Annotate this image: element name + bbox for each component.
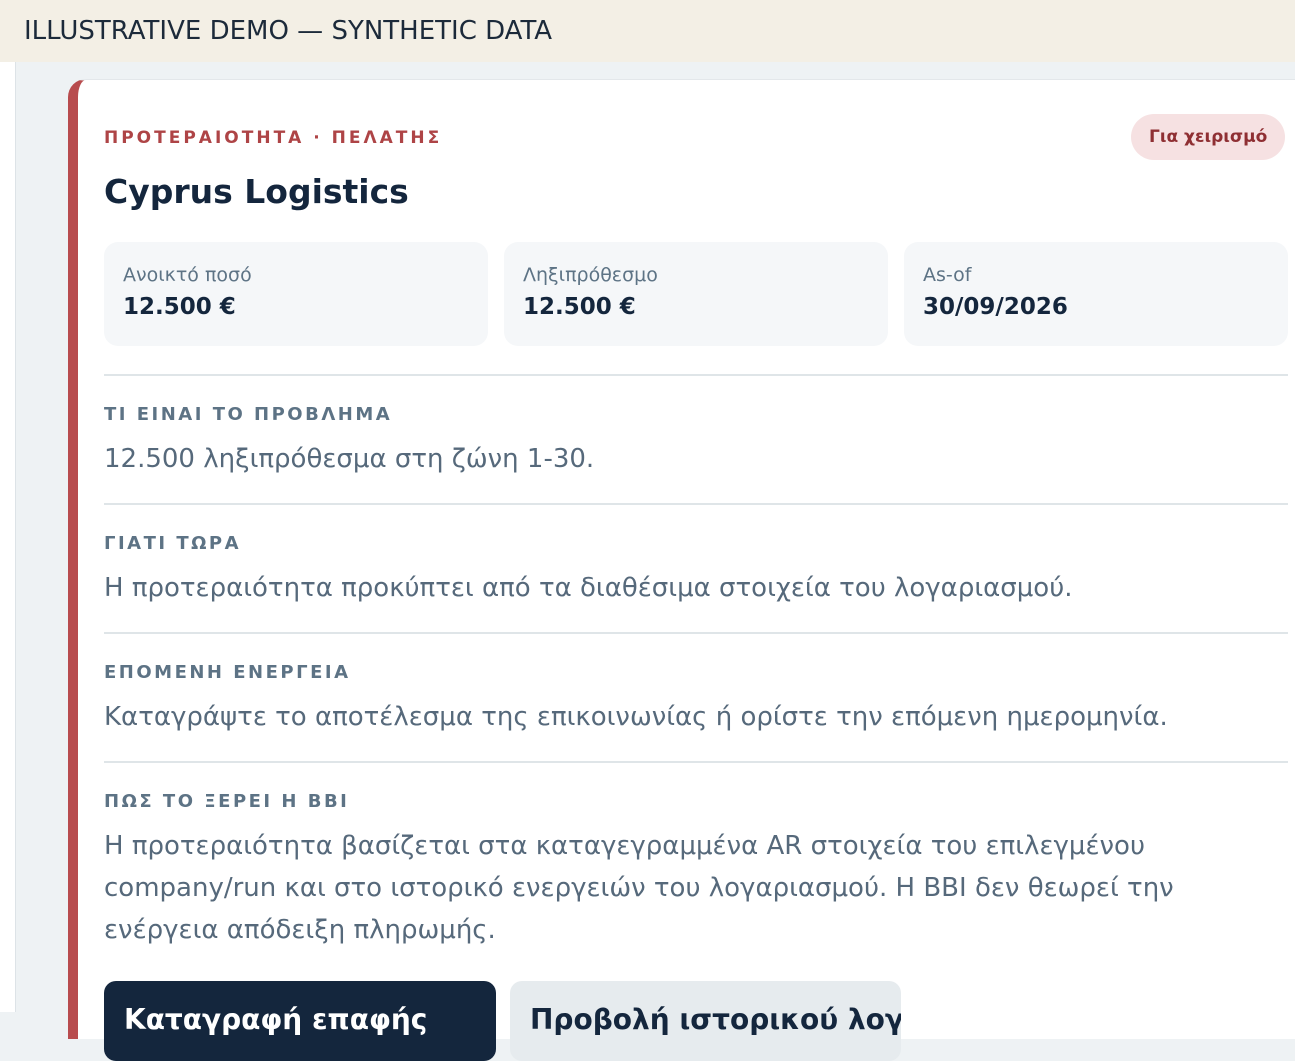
stat-as-of-date: As-of 30/09/2026 xyxy=(904,242,1288,346)
stat-label: As-of xyxy=(923,264,972,286)
stat-value: 12.500 € xyxy=(523,294,636,320)
stat-value: 12.500 € xyxy=(123,294,236,320)
section-divider xyxy=(104,503,1288,505)
section-divider xyxy=(104,374,1288,376)
demo-banner: ILLUSTRATIVE DEMO — SYNTHETIC DATA xyxy=(0,0,1295,62)
sidebar-strip xyxy=(0,62,16,1012)
demo-banner-text: ILLUSTRATIVE DEMO — SYNTHETIC DATA xyxy=(24,16,553,46)
section-text-why-now: Η προτεραιότητα προκύπτει από τα διαθέσι… xyxy=(104,573,1073,603)
section-divider xyxy=(104,632,1288,634)
section-text-next-action: Καταγράψτε το αποτέλεσμα της επικοινωνία… xyxy=(104,702,1168,732)
section-heading-next-action: ΕΠΟΜΕΝΗ ΕΝΕΡΓΕΙΑ xyxy=(104,662,351,683)
stat-open-amount: Ανοικτό ποσό 12.500 € xyxy=(104,242,488,346)
view-history-button[interactable]: Προβολή ιστορικού λογαριασμού xyxy=(510,981,901,1061)
priority-card: ΠΡΟΤΕΡΑΙΟΤΗΤΑ · ΠΕΛΑΤΗΣ Για χειρισμό Cyp… xyxy=(68,79,1295,1061)
stat-overdue-amount: Ληξιπρόθεσμο 12.500 € xyxy=(504,242,888,346)
stat-label: Ανοικτό ποσό xyxy=(123,264,252,286)
section-heading-why-now: ΓΙΑΤΙ ΤΩΡΑ xyxy=(104,533,242,554)
section-text-problem: 12.500 ληξιπρόθεσμα στη ζώνη 1-30. xyxy=(104,444,595,474)
section-text-how-bbi-knows: Η προτεραιότητα βασίζεται στα καταγεγραμ… xyxy=(104,831,1174,945)
status-badge: Για χειρισμό xyxy=(1131,114,1286,160)
section-divider xyxy=(104,761,1288,763)
log-contact-button[interactable]: Καταγραφή επαφής xyxy=(104,981,496,1061)
stat-label: Ληξιπρόθεσμο xyxy=(523,264,658,286)
section-heading-problem: ΤΙ ΕΙΝΑΙ ΤΟ ΠΡΟΒΛΗΜΑ xyxy=(104,404,393,425)
card-eyebrow: ΠΡΟΤΕΡΑΙΟΤΗΤΑ · ΠΕΛΑΤΗΣ xyxy=(104,128,443,148)
customer-name: Cyprus Logistics xyxy=(104,172,409,211)
stat-value: 30/09/2026 xyxy=(923,294,1068,320)
section-heading-how-bbi-knows: ΠΩΣ ΤΟ ΞΕΡΕΙ Η BBI xyxy=(104,791,350,812)
